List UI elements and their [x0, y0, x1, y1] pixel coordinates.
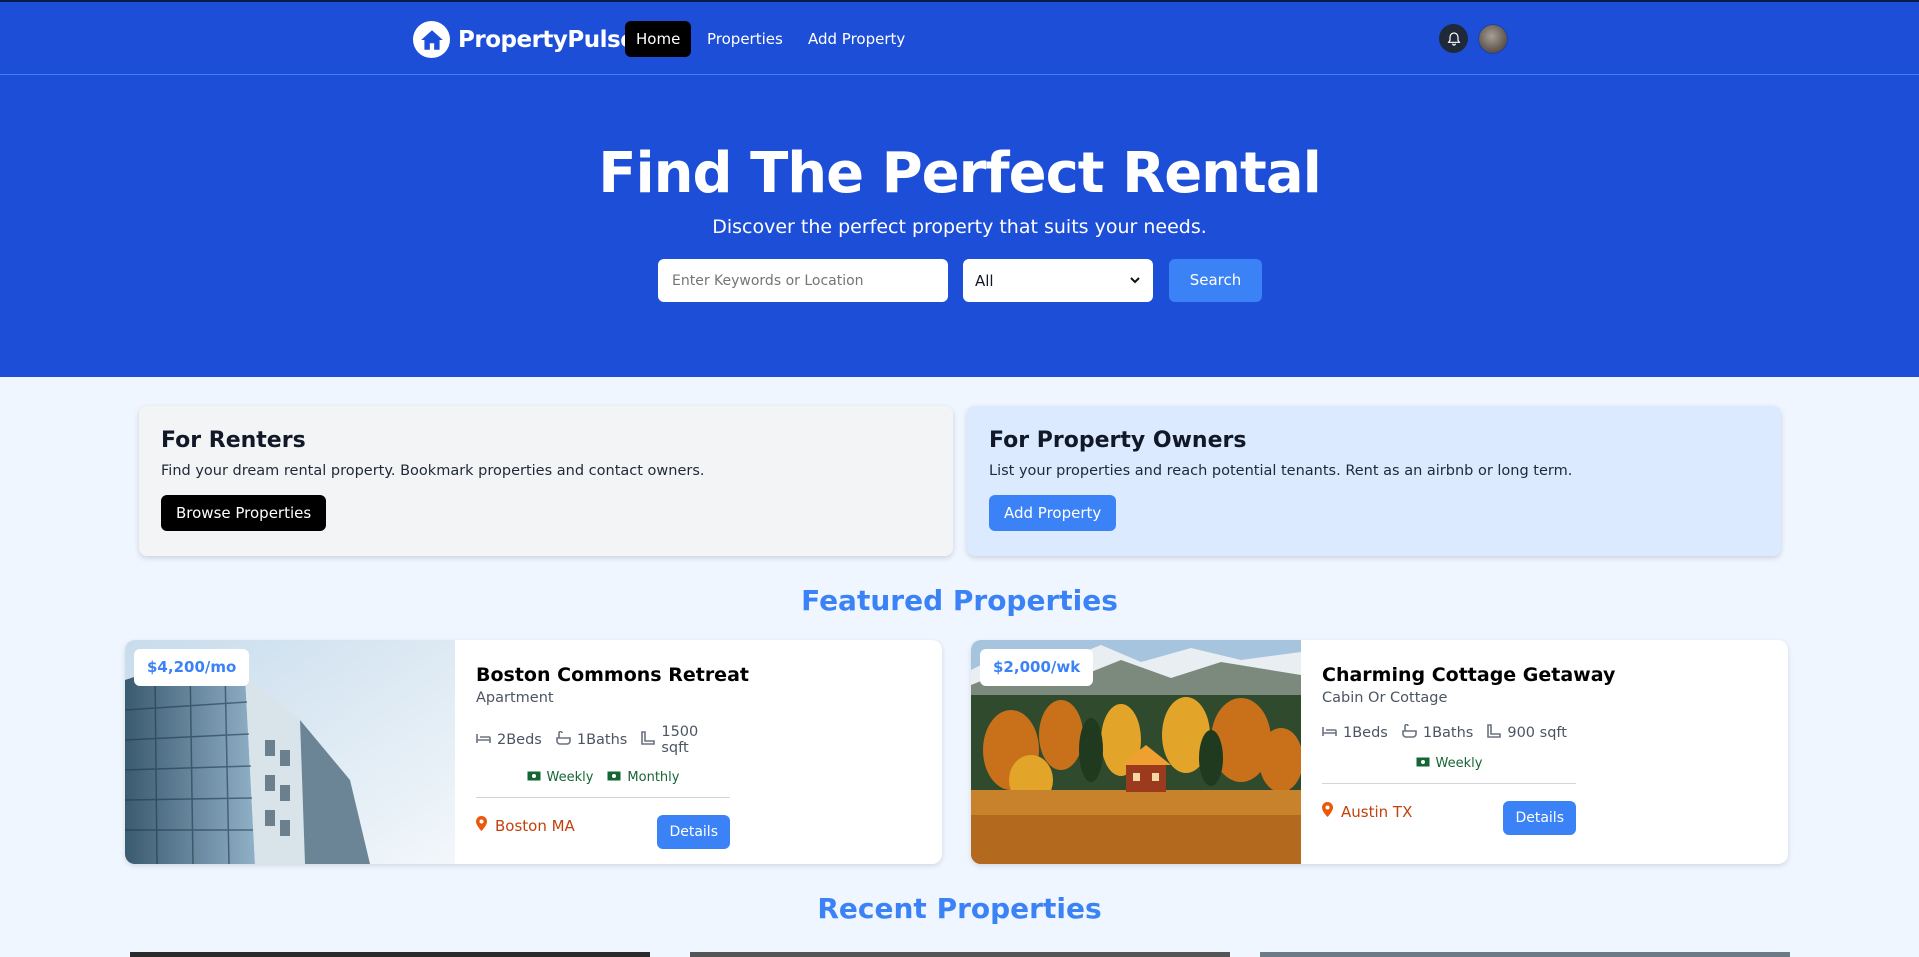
hero-section: Find The Perfect Rental Discover the per… — [0, 75, 1919, 377]
rate-option: Weekly — [527, 770, 594, 785]
property-stats: 2Beds 1Baths 1500 sqft — [476, 724, 730, 756]
bath-icon — [1402, 723, 1417, 742]
baths-stat: 1Baths — [556, 730, 628, 749]
property-image[interactable]: $2,000/wk — [971, 640, 1301, 864]
property-details: Charming Cottage Getaway Cabin Or Cottag… — [1322, 664, 1616, 835]
brand-name: PropertyPulse — [458, 26, 636, 53]
sqft-value: 1500 sqft — [661, 724, 699, 756]
search-button[interactable]: Search — [1169, 259, 1262, 302]
featured-card: $4,200/mo Boston Commons Retreat Apartme… — [125, 640, 942, 864]
nav-link-add-property[interactable]: Add Property — [797, 21, 916, 57]
bell-icon[interactable] — [1439, 24, 1468, 53]
recent-card-image[interactable] — [1260, 952, 1790, 957]
location-text: Austin TX — [1341, 802, 1413, 821]
property-type: Cabin Or Cottage — [1322, 690, 1448, 706]
property-name: Charming Cottage Getaway — [1322, 664, 1616, 686]
card-footer: Austin TX Details — [1322, 784, 1576, 835]
baths-value: 1Baths — [576, 732, 628, 748]
location-text: Boston MA — [495, 816, 575, 835]
property-details: Boston Commons Retreat Apartment 2Beds 1… — [476, 664, 749, 849]
property-type: Apartment — [476, 690, 554, 706]
property-image[interactable]: $4,200/mo — [125, 640, 455, 864]
renters-card: For Renters Find your dream rental prope… — [139, 406, 953, 556]
rate-label: Monthly — [627, 770, 680, 785]
card-footer: Boston MA Details — [476, 798, 730, 849]
browse-properties-button[interactable]: Browse Properties — [161, 495, 327, 531]
property-type-select[interactable]: All — [963, 259, 1153, 302]
property-location: Boston MA — [476, 816, 575, 835]
ruler-icon — [641, 731, 656, 749]
baths-stat: 1Baths — [1402, 723, 1474, 742]
owners-text: List your properties and reach potential… — [989, 463, 1573, 479]
chevron-down-icon — [1129, 272, 1141, 290]
money-icon — [1416, 756, 1430, 771]
house-icon — [413, 21, 450, 58]
map-pin-icon — [1322, 802, 1333, 821]
beds-stat: 1Beds — [1322, 725, 1388, 741]
renters-title: For Renters — [161, 428, 306, 453]
price-tag: $2,000/wk — [980, 649, 1094, 686]
bed-icon — [476, 732, 491, 748]
owners-card: For Property Owners List your properties… — [967, 406, 1781, 556]
property-location: Austin TX — [1322, 802, 1412, 821]
featured-title: Featured Properties — [801, 584, 1118, 617]
owners-title: For Property Owners — [989, 428, 1247, 453]
ruler-icon — [1487, 724, 1502, 742]
beds-stat: 2Beds — [476, 732, 542, 748]
nav-link-home[interactable]: Home — [625, 21, 692, 57]
beds-value: 1Beds — [1343, 725, 1388, 741]
recent-title: Recent Properties — [817, 892, 1102, 925]
map-pin-icon — [476, 816, 487, 835]
sqft-stat: 900 sqft — [1487, 724, 1567, 742]
beds-value: 2Beds — [497, 732, 542, 748]
hero-subtitle: Discover the perfect property that suits… — [712, 216, 1207, 238]
hero-title: Find The Perfect Rental — [598, 141, 1322, 206]
money-icon — [527, 770, 541, 785]
top-navbar: PropertyPulse Home Properties Add Proper… — [0, 0, 1919, 75]
bath-icon — [556, 730, 571, 749]
rate-option: Weekly — [1416, 756, 1483, 771]
baths-value: 1Baths — [1422, 725, 1474, 741]
money-icon — [607, 770, 621, 785]
sqft-value: 900 sqft — [1507, 725, 1567, 741]
recent-card-image[interactable] — [130, 952, 650, 957]
brand-logo[interactable]: PropertyPulse — [413, 21, 636, 58]
rate-options: Weekly — [1322, 756, 1576, 771]
sqft-stat: 1500 sqft — [641, 724, 730, 756]
price-tag: $4,200/mo — [134, 649, 250, 686]
nav-link-properties[interactable]: Properties — [696, 21, 794, 57]
featured-card: $2,000/wk Charming Cottage Getaway Cabin… — [971, 640, 1788, 864]
property-name: Boston Commons Retreat — [476, 664, 749, 686]
user-avatar[interactable] — [1478, 24, 1508, 54]
bed-icon — [1322, 725, 1337, 741]
search-input[interactable] — [658, 259, 948, 302]
details-button[interactable]: Details — [657, 815, 730, 849]
property-stats: 1Beds 1Baths 900 sqft — [1322, 723, 1576, 742]
rate-label: Weekly — [1435, 756, 1483, 771]
rate-option: Monthly — [607, 770, 679, 785]
add-property-button[interactable]: Add Property — [989, 495, 1117, 531]
recent-card-image[interactable] — [690, 952, 1230, 957]
rate-options: Weekly Monthly — [476, 770, 730, 785]
details-button[interactable]: Details — [1503, 801, 1576, 835]
renters-text: Find your dream rental property. Bookmar… — [161, 463, 705, 479]
property-type-value: All — [975, 271, 994, 290]
rate-label: Weekly — [546, 770, 594, 785]
